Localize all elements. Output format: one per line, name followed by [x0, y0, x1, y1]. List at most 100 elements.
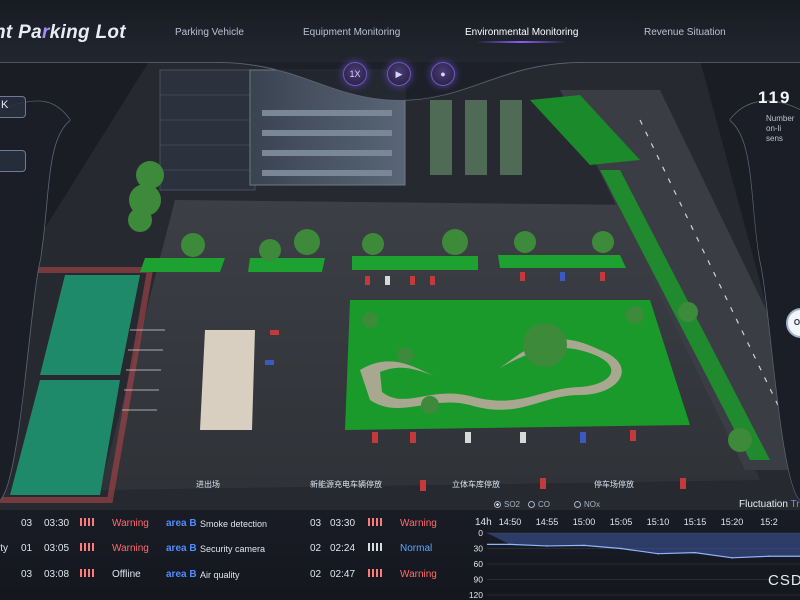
play-icon: ▶ [395, 69, 403, 79]
tab-equipment-monitoring[interactable]: Equipment Monitoring [303, 27, 400, 38]
scene-label-ev-charging: 新能源充电车辆停放 [310, 480, 382, 489]
series-point [546, 545, 548, 547]
app-title-part-2: king Lot [49, 22, 126, 43]
stat-desc-line: Number [766, 114, 795, 123]
alarm-status: Offline [112, 569, 141, 580]
alarm-status: Normal [400, 543, 433, 554]
alarm-status: Warning [400, 518, 437, 529]
alarm-row-left[interactable]: 03 03:08 Offline area B Air quality [0, 569, 300, 587]
tab-parking-vehicle[interactable]: Parking Vehicle [175, 27, 244, 38]
stat-desc-line: sens [766, 134, 783, 143]
signal-bars-icon [80, 517, 96, 528]
scene-label-lot-parking: 停车场停放 [594, 480, 634, 489]
scene-label-stereo-garage: 立体车库停放 [452, 480, 500, 489]
asphalt-lot [100, 200, 760, 490]
series-point [694, 551, 696, 554]
x-tick-label: 15:05 [610, 517, 633, 527]
speed-button[interactable]: 1X [343, 62, 367, 86]
sensor-count-value: 119 [758, 88, 792, 107]
left-panel-toggle-top[interactable]: K [0, 96, 26, 118]
x-tick-label: 15:00 [573, 517, 596, 527]
record-button[interactable]: ● [431, 62, 455, 86]
record-icon: ● [440, 69, 446, 79]
alarm-prefix: ity [0, 543, 8, 554]
series-point [509, 543, 511, 546]
signal-bars-icon [368, 517, 384, 528]
x-tick-label: 14:55 [536, 517, 559, 527]
tab-revenue-situation[interactable]: Revenue Situation [644, 27, 726, 38]
stacker-garages [430, 100, 522, 175]
alarm-id: 02 [310, 543, 322, 554]
scene-label-entrance: 进出场 [196, 480, 220, 489]
series-point [657, 552, 659, 555]
alarm-time: 03:05 [44, 543, 70, 554]
alarm-row-right[interactable]: 02 02:47 Warning [308, 569, 458, 587]
top-header: nt Parking Lot Parking Vehicle Equipment… [0, 0, 800, 62]
active-tab-indicator [476, 41, 568, 43]
y-tick-label: 0 [478, 528, 483, 538]
series-point [731, 557, 733, 559]
alarm-time: 03:08 [44, 569, 70, 580]
alarm-time: 03:30 [44, 518, 70, 529]
alarm-description: Air quality [200, 570, 240, 580]
series-point [583, 544, 585, 547]
alarm-description: Smoke detection [200, 519, 268, 529]
signal-bars-icon [368, 542, 384, 553]
tab-label: Environmental Monitoring [465, 27, 579, 38]
y-tick-label: 90 [474, 575, 484, 585]
speed-icon: 1X [349, 69, 361, 79]
alarm-status: Warning [112, 518, 149, 529]
y-tick-label: 120 [469, 590, 483, 600]
alarm-id: 01 [21, 543, 33, 554]
knob-label: O [793, 318, 800, 327]
left-toggle-glyph: K [1, 99, 9, 111]
app-title-accent: r [41, 22, 50, 43]
alarm-id: 02 [310, 569, 322, 580]
alarm-row-right[interactable]: 02 02:24 Normal [308, 543, 458, 561]
alarm-time: 03:30 [330, 518, 356, 529]
sports-court-lower [10, 380, 120, 495]
x-axis-unit-label: 14h [475, 517, 492, 528]
alarm-time: 02:47 [330, 569, 356, 580]
play-button[interactable]: ▶ [387, 62, 411, 86]
alarm-time: 02:24 [330, 543, 356, 554]
road [560, 90, 800, 470]
garage-building-left [159, 69, 256, 191]
alarm-id: 03 [21, 518, 33, 529]
signal-bars-icon [80, 568, 96, 579]
view-rotate-knob[interactable]: O [786, 308, 800, 338]
tab-label: Revenue Situation [644, 27, 726, 38]
y-tick-label: 30 [474, 544, 484, 554]
alarm-row-left[interactable]: ity 01 03:05 Warning area BSecurity camera [0, 543, 300, 561]
alarm-id: 03 [21, 569, 33, 580]
tab-environmental-monitoring[interactable]: Environmental Monitoring [465, 27, 579, 43]
alarm-area: area B [166, 543, 197, 554]
central-garden [345, 300, 690, 430]
alarm-id: 03 [310, 518, 322, 529]
watermark: CSD [768, 572, 800, 589]
alarm-row-left[interactable]: 03 03:30 Warning area B Smoke detection [0, 518, 300, 536]
alarm-area: area B [166, 569, 197, 580]
fluctuation-trend-chart: 14h 14:50 14:55 15:00 15:05 15:10 15:15 15:20 15… [469, 517, 800, 600]
signal-bars-icon [368, 568, 384, 579]
alarm-status: Warning [400, 569, 437, 580]
tab-label: Equipment Monitoring [303, 27, 401, 38]
left-panel-toggle-bottom[interactable] [0, 150, 26, 172]
x-tick-label: 15:2 [760, 517, 778, 527]
app-title-part-1: nt Pa [0, 22, 42, 43]
alarm-row-right[interactable]: 03 03:30 Warning [308, 518, 458, 536]
x-tick-label: 15:15 [684, 517, 707, 527]
series-point [768, 555, 770, 558]
x-tick-label: 14:50 [499, 517, 522, 527]
x-tick-label: 15:10 [647, 517, 670, 527]
tab-label: Parking Vehicle [175, 27, 244, 38]
garage-building-right [249, 69, 406, 186]
y-tick-label: 60 [474, 559, 484, 569]
alarm-area: area B [166, 518, 197, 529]
sensor-count-label: Number on-li sens [766, 114, 800, 144]
app-title: nt Parking Lot [0, 22, 126, 44]
sports-court-upper [40, 275, 140, 375]
signal-bars-icon [80, 542, 96, 553]
alarm-description: Security camera [200, 544, 266, 554]
series-point [620, 547, 622, 550]
